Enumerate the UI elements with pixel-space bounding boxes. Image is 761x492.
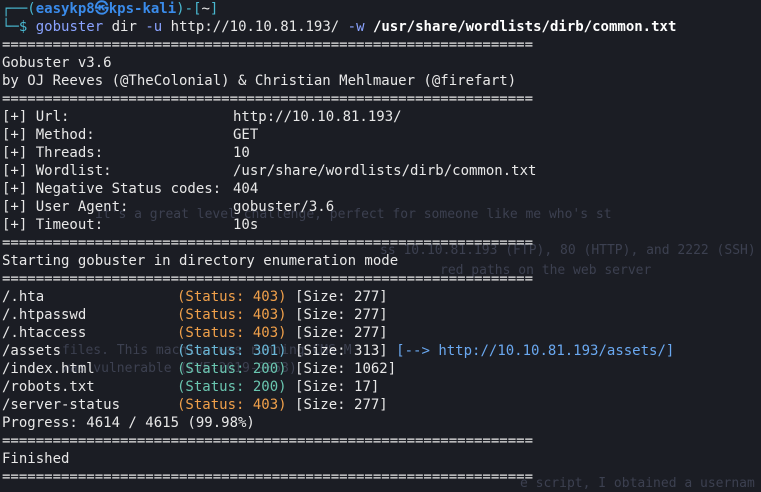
config-row: [+] Negative Status codes: 404 (2, 181, 259, 197)
separator: ========================================… (2, 37, 534, 53)
result-row: /.htpasswd (Status: 403) [Size: 277] (2, 307, 388, 323)
command-url: http://10.10.81.193/ (170, 19, 340, 35)
config-row: [+] Threads: 10 (2, 145, 250, 161)
separator: ========================================… (2, 433, 534, 449)
config-row: [+] Url: http://10.10.81.193/ (2, 109, 402, 125)
banner-authors: by OJ Reeves (@TheColonial) & Christian … (2, 73, 517, 89)
config-row: [+] Method: GET (2, 127, 259, 143)
result-row: /.hta (Status: 403) [Size: 277] (2, 289, 388, 305)
prompt-cwd: ~ (201, 1, 210, 17)
terminal-output[interactable]: ┌──(easykp8㉿kps-kali)-[~] └─$ gobuster d… (2, 0, 761, 486)
prompt-at: ㉿ (94, 1, 109, 17)
progress-line: Progress: 4614 / 4615 (99.98%) (2, 415, 255, 431)
command-line[interactable]: └─$ gobuster dir -u http://10.10.81.193/… (2, 18, 761, 36)
config-row: [+] Timeout: 10s (2, 217, 259, 233)
result-row: /assets (Status: 301) [Size: 313] [--> ht… (2, 343, 675, 359)
finished-line: Finished (2, 451, 70, 467)
config-row: [+] Wordlist:/usr/share/wordlists/dirb/c… (2, 163, 537, 179)
prompt-host: kps-kali (108, 1, 177, 17)
result-row: /.htaccess (Status: 403) [Size: 277] (2, 325, 388, 341)
command-name: gobuster (35, 19, 104, 35)
separator: ========================================… (2, 271, 534, 287)
separator: ========================================… (2, 235, 534, 251)
command-wordlist: /usr/share/wordlists/dirb/common.txt (372, 19, 677, 35)
separator: ========================================… (2, 91, 534, 107)
config-row: [+] User Agent: gobuster/3.6 (2, 199, 335, 215)
prompt-user: easykp8 (35, 1, 95, 17)
banner-version: Gobuster v3.6 (2, 55, 112, 71)
prompt-line: ┌──(easykp8㉿kps-kali)-[~] (2, 1, 219, 17)
result-row: /robots.txt (Status: 200) [Size: 17] (2, 379, 380, 395)
result-row: /server-status (Status: 403) [Size: 277] (2, 397, 388, 413)
start-message: Starting gobuster in directory enumerati… (2, 253, 399, 269)
result-row: /index.html (Status: 200) [Size: 1062] (2, 361, 397, 377)
redirect-link: [--> http://10.10.81.193/assets/] (396, 343, 675, 359)
separator: ========================================… (2, 469, 534, 485)
